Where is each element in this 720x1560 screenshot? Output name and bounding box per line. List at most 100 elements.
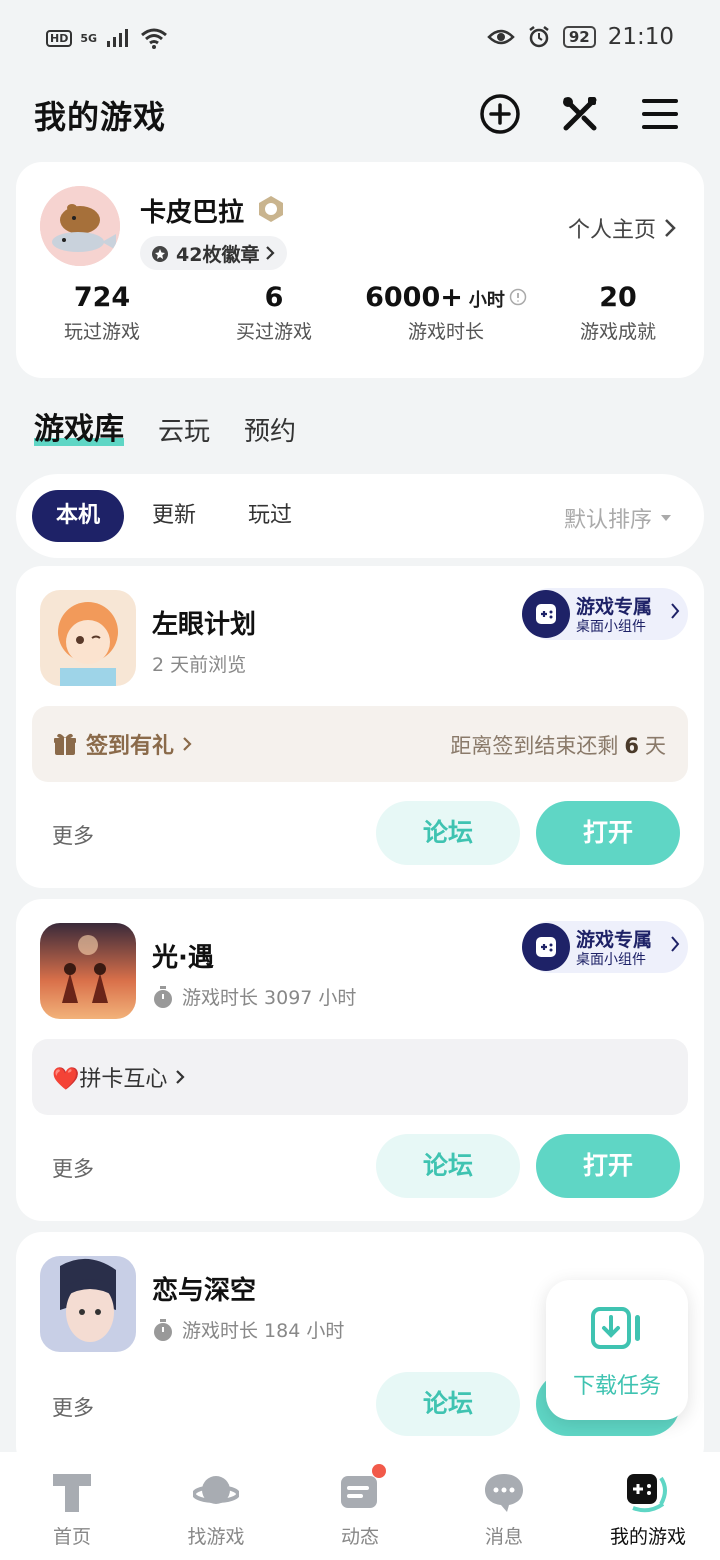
profile-card: 卡皮巴拉 42枚徽章 个人主页 724 玩过游戏 6 买过游戏 6000+ 小时… (16, 162, 704, 378)
tab-reservations[interactable]: 预约 (244, 411, 296, 448)
chat-bubble-icon (485, 1474, 523, 1512)
stat-label: 游戏时长 (407, 321, 484, 343)
filter-updates[interactable]: 更新 (152, 490, 196, 542)
stat-bought[interactable]: 6 买过游戏 (188, 282, 360, 344)
tools-button[interactable] (558, 92, 602, 136)
homepage-label: 个人主页 (567, 218, 656, 243)
chevron-right-icon (176, 1070, 185, 1084)
download-tasks-label: 下载任务 (572, 1374, 661, 1399)
stat-value: 6 (264, 282, 284, 313)
checkin-banner[interactable]: 签到有礼 距离签到结束还剩 6 天 (32, 706, 688, 782)
chevron-right-icon (665, 219, 676, 237)
nav-messages[interactable]: 消息 (432, 1452, 576, 1560)
game-icon-image (40, 923, 136, 1019)
home-icon (53, 1474, 91, 1512)
desktop-widget-button[interactable]: 游戏专属 桌面小组件 (522, 921, 688, 973)
game-icon[interactable] (40, 590, 136, 686)
bottom-nav: 首页 找游戏 动态 消息 我的游戏 (0, 1452, 720, 1560)
filter-local[interactable]: 本机 (32, 490, 125, 542)
widget-title: 游戏专属 (576, 929, 653, 951)
page-title: 我的游戏 (34, 98, 167, 136)
nav-label: 消息 (484, 1526, 523, 1548)
open-button[interactable]: 打开 (536, 1134, 680, 1198)
gamepad-icon (522, 590, 570, 638)
open-button[interactable]: 打开 (536, 801, 680, 865)
stat-unit: 小时 (468, 290, 505, 311)
stat-value: 724 (73, 282, 131, 313)
badges-button[interactable]: 42枚徽章 (140, 236, 288, 270)
game-card: 光·遇 游戏时长 3097 小时 游戏专属 桌面小组件 ❤️拼卡互心 更多 论坛… (16, 899, 704, 1221)
stat-label: 游戏成就 (579, 321, 656, 343)
game-name: 恋与深空 (152, 1276, 257, 1306)
stat-playtime[interactable]: 6000+ 小时 游戏时长 (360, 282, 532, 344)
filter-played[interactable]: 玩过 (248, 490, 292, 542)
alarm-icon (529, 26, 549, 48)
stat-achievements[interactable]: 20 游戏成就 (532, 282, 704, 344)
heart-card-label: ❤️拼卡互心 (52, 1067, 168, 1092)
clock: 21:10 (607, 24, 674, 50)
checkin-label: 签到有礼 (86, 734, 175, 759)
network-label: 5G (80, 31, 98, 45)
forum-button[interactable]: 论坛 (376, 801, 520, 865)
game-subtitle: 游戏时长 184 小时 (152, 1316, 344, 1343)
filter-bar: 本机 更新 玩过 默认排序 (16, 474, 704, 558)
game-icon[interactable] (40, 1256, 136, 1352)
game-name: 左眼计划 (152, 610, 257, 640)
avatar[interactable] (40, 186, 120, 266)
more-button[interactable]: 更多 (52, 1392, 94, 1422)
nav-home[interactable]: 首页 (0, 1452, 144, 1560)
game-subtitle-text: 游戏时长 184 小时 (182, 1320, 345, 1342)
game-subtitle: 2 天前浏览 (152, 650, 246, 677)
nav-feed[interactable]: 动态 (288, 1452, 432, 1560)
username: 卡皮巴拉 (140, 198, 245, 228)
eye-icon (487, 29, 515, 45)
countdown-number: 6 (624, 734, 639, 758)
game-subtitle-text: 2 天前浏览 (152, 654, 247, 676)
widget-title: 游戏专属 (576, 596, 653, 618)
widget-subtitle: 桌面小组件 (576, 952, 646, 968)
battery-indicator: 92 (562, 26, 596, 48)
countdown-prefix: 距离签到结束还剩 (450, 734, 619, 758)
stopwatch-icon (154, 985, 172, 1008)
more-button[interactable]: 更多 (52, 820, 94, 850)
download-tasks-button[interactable]: 下载任务 (546, 1280, 688, 1420)
badges-count: 42枚徽章 (176, 243, 260, 266)
tools-icon (563, 97, 597, 131)
stat-label: 玩过游戏 (63, 321, 140, 343)
main-tabs: 游戏库 云玩 预约 (34, 404, 296, 448)
chevron-right-icon (266, 246, 276, 260)
stopwatch-icon (154, 1318, 172, 1341)
more-button[interactable]: 更多 (52, 1153, 94, 1183)
tab-game-library[interactable]: 游戏库 (34, 404, 124, 448)
notification-dot (372, 1464, 386, 1478)
stat-value: 20 (599, 282, 637, 313)
game-icon[interactable] (40, 923, 136, 1019)
gift-icon (54, 733, 76, 755)
add-button[interactable] (478, 92, 522, 136)
heart-card-banner[interactable]: ❤️拼卡互心 (32, 1039, 688, 1115)
my-games-icon (627, 1474, 667, 1513)
menu-button[interactable] (638, 92, 682, 136)
nav-find-games[interactable]: 找游戏 (144, 1452, 288, 1560)
stat-played[interactable]: 724 玩过游戏 (16, 282, 188, 344)
signal-icon (107, 29, 129, 47)
gamepad-icon (522, 923, 570, 971)
game-icon-image (40, 590, 136, 686)
nav-label: 首页 (52, 1526, 91, 1548)
game-card: 左眼计划 2 天前浏览 游戏专属 桌面小组件 签到有礼 距离签到结束还剩 6 天 更… (16, 566, 704, 888)
stat-label: 买过游戏 (235, 321, 312, 343)
status-bar: HD 5G 92 21:10 (0, 0, 720, 80)
tab-cloud-play[interactable]: 云玩 (158, 411, 210, 448)
sort-dropdown[interactable]: 默认排序 (564, 502, 672, 534)
checkin-countdown: 距离签到结束还剩 6 天 (450, 730, 666, 760)
forum-button[interactable]: 论坛 (376, 1134, 520, 1198)
forum-button[interactable]: 论坛 (376, 1372, 520, 1436)
homepage-link[interactable]: 个人主页 (568, 212, 676, 244)
nav-my-games[interactable]: 我的游戏 (576, 1452, 720, 1560)
desktop-widget-button[interactable]: 游戏专属 桌面小组件 (522, 588, 688, 640)
stats-row: 724 玩过游戏 6 买过游戏 6000+ 小时 游戏时长 20 游戏成就 (16, 282, 704, 344)
game-icon-image (40, 1256, 136, 1352)
info-icon[interactable] (509, 288, 527, 306)
top-header: 我的游戏 (0, 80, 720, 150)
nav-label: 我的游戏 (609, 1526, 686, 1548)
